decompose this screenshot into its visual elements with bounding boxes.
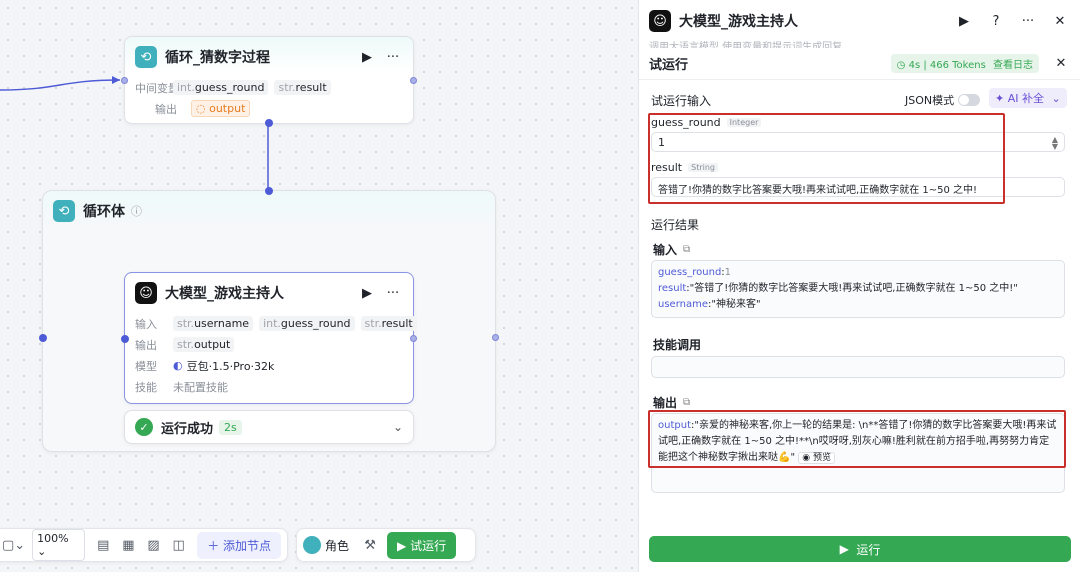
wrench-icon[interactable]: ⚒ <box>357 538 383 553</box>
duration-badge: 2s <box>219 419 242 435</box>
canvas-toolbar: ▢⌄ 100% ⌄ ▤ ▦ ▨ ◫ ＋ 添加节点 <box>0 528 288 562</box>
var-label: 中间变量 <box>135 81 179 95</box>
var-tag: str.result <box>274 80 331 95</box>
image-icon[interactable]: ▨ <box>141 538 166 553</box>
loop-node-title: 循环_猜数字过程 <box>165 50 270 66</box>
output-label: 输出 <box>135 338 157 352</box>
loop-body-title: 循环体 <box>83 204 125 220</box>
result-output-label: 输出 <box>653 396 678 410</box>
highlight-box-output <box>648 410 1066 468</box>
chevron-down-icon[interactable]: ⌄ <box>393 420 403 434</box>
layout-icon[interactable]: ▦ <box>116 538 141 553</box>
input-label: 输入 <box>135 317 157 331</box>
model-name: 豆包·1.5·Pro·32k <box>186 359 275 373</box>
copy-icon[interactable]: ⧉ <box>683 244 690 255</box>
output-tag: ◌ output <box>191 100 251 117</box>
info-icon[interactable]: ⓘ <box>131 203 142 219</box>
run-status-bar[interactable]: ✓ 运行成功 2s ⌄ <box>124 410 414 444</box>
loop-body-left-port[interactable] <box>39 334 47 342</box>
ai-fill-button[interactable]: ✦ AI 补全 ⌄ <box>989 88 1067 108</box>
run-toolbar: 角色 ⚒ ▶ 试运行 <box>296 528 476 562</box>
var-tag: int.guess_round <box>173 80 269 95</box>
success-icon: ✓ <box>135 418 153 436</box>
loop-port[interactable] <box>265 119 273 127</box>
result-section-title: 运行结果 <box>651 218 700 232</box>
skill-call-label: 技能调用 <box>653 338 702 352</box>
avatar <box>303 536 321 554</box>
input-port[interactable] <box>121 335 129 343</box>
minimap-icon[interactable]: ▢⌄ <box>1 538 26 553</box>
loop-node[interactable]: ⟲ 循环_猜数字过程 ▶ ··· 中间变量 int.guess_round st… <box>121 36 417 127</box>
result-input-label: 输入 <box>653 243 678 257</box>
input-tag: str.result <box>360 316 417 331</box>
llm-node-title: 大模型_游戏主持人 <box>165 286 284 302</box>
output-port[interactable] <box>410 335 417 342</box>
result-input-box: guess_round:1 result:"答错了!你猜的数字比答案要大哦!再来… <box>651 260 1065 318</box>
llm-icon: ☺ <box>649 10 671 32</box>
output-label: 输出 <box>155 102 177 116</box>
run-status-label: 运行成功 <box>161 421 214 437</box>
json-mode-label: JSON模式 <box>905 94 955 107</box>
test-run-panel: ☺ 大模型_游戏主持人 ▶ ? ··· ✕ 调用大语言模型,使用变量和提示词生成… <box>638 0 1080 572</box>
run-node-icon[interactable]: ▶ <box>357 50 377 65</box>
close-icon[interactable]: ✕ <box>1050 14 1070 29</box>
loop-icon: ⟲ <box>53 200 75 222</box>
loop-icon: ⟲ <box>135 46 157 68</box>
run-node-icon[interactable]: ▶ <box>954 14 974 29</box>
loop-body-top-port[interactable] <box>265 187 273 195</box>
llm-node[interactable]: ☺ 大模型_游戏主持人 ▶ ··· 输入 str.username int.gu… <box>121 272 417 404</box>
run-button[interactable]: ▶ 运行 <box>649 536 1071 562</box>
output-port[interactable] <box>410 77 417 84</box>
panel-header-subtitle: 调用大语言模型,使用变量和提示词生成回复 <box>649 42 843 48</box>
role-button[interactable]: 角色 <box>303 536 349 554</box>
test-run-button[interactable]: ▶ 试运行 <box>387 531 457 559</box>
zoom-select[interactable]: 100% ⌄ <box>32 529 85 561</box>
run-stats-badge[interactable]: ◷ 4s | 466 Tokens 查看日志 <box>890 54 1039 73</box>
input-section-title: 试运行输入 <box>651 94 712 108</box>
skill-value: 未配置技能 <box>173 380 228 394</box>
skill-call-box <box>651 356 1065 378</box>
comment-icon[interactable]: ▤ <box>91 538 116 553</box>
json-mode-toggle[interactable] <box>958 94 981 106</box>
panel-header-title: 大模型_游戏主持人 <box>679 14 798 30</box>
copy-icon[interactable]: ⧉ <box>683 397 690 408</box>
more-icon[interactable]: ··· <box>1018 14 1038 29</box>
add-node-button[interactable]: ＋ 添加节点 <box>197 531 282 559</box>
panel-title: 试运行 <box>649 58 689 73</box>
skill-label: 技能 <box>135 380 157 394</box>
close-icon[interactable]: ✕ <box>1051 56 1071 71</box>
loop-body-right-port[interactable] <box>492 334 499 341</box>
output-tag: str.output <box>173 337 235 352</box>
screenshot-icon[interactable]: ◫ <box>166 538 191 553</box>
highlight-box-input <box>648 113 1005 204</box>
model-logo-icon: ◐ <box>173 359 183 372</box>
input-tag: int.guess_round <box>259 316 355 331</box>
run-node-icon[interactable]: ▶ <box>357 286 377 301</box>
more-icon[interactable]: ··· <box>383 286 403 301</box>
input-tag: str.username <box>173 316 254 331</box>
input-port[interactable] <box>121 77 128 84</box>
more-icon[interactable]: ··· <box>383 50 403 65</box>
llm-icon: ☺ <box>135 282 157 304</box>
model-label: 模型 <box>135 359 157 373</box>
help-icon[interactable]: ? <box>986 14 1006 29</box>
